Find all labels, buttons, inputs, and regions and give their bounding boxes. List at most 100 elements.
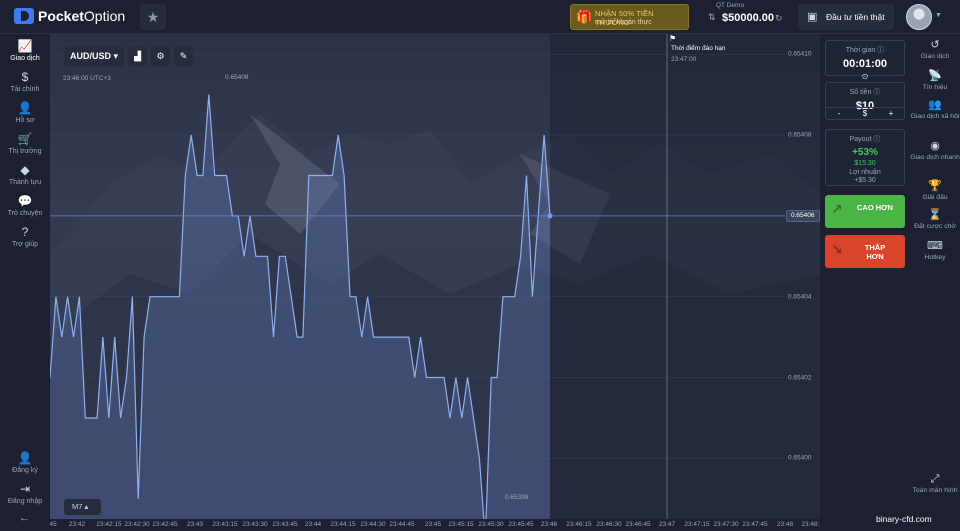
timeframe-selector[interactable]: M7 ▴ xyxy=(64,499,101,515)
time-tick-label: 23:44 xyxy=(304,521,322,528)
right-nav-history[interactable]: ↺ Giao dịch xyxy=(910,39,960,61)
favorites-star-icon[interactable]: ★ xyxy=(140,4,166,30)
time-tick-label: 23:45:45 xyxy=(508,521,534,528)
amount-label: Số tiền xyxy=(849,89,872,96)
sidebar-item-label: Hồ sơ xyxy=(15,117,35,124)
sidebar-item-label: Giao dịch xyxy=(10,55,40,62)
user-avatar[interactable] xyxy=(906,4,932,30)
right-nav-hourglass[interactable]: ⌛ Đặt cược chờ xyxy=(910,209,960,231)
expiry-time: 23:47:00 xyxy=(671,56,697,63)
pocket-option-logo[interactable]: PocketOption xyxy=(14,8,125,24)
time-tick-label: 23:46 xyxy=(540,521,558,528)
sidebar-item-label: Trò chuyện xyxy=(7,210,43,217)
right-nav-label: Toàn màn hình xyxy=(912,487,958,494)
time-tick-label: 23:42 xyxy=(68,521,86,528)
info-icon[interactable]: ⓘ xyxy=(873,89,880,96)
quick-trade-icon: ◉ xyxy=(930,140,940,152)
hourglass-icon: ⌛ xyxy=(928,209,942,221)
arrow-up-icon: ↗ xyxy=(831,201,843,217)
right-nav-keyboard[interactable]: ⌨ Hotkey xyxy=(910,240,960,262)
amount-controls: - $ + xyxy=(826,107,904,119)
time-tick-label: 23:43:45 xyxy=(272,521,298,528)
right-sidebar: ↺ Giao dịch 📡 Tín hiệu 👥 Giao dịch xã hội ◉ Gia… xyxy=(910,34,960,531)
right-nav-fullscreen[interactable]: ⤢ Toàn màn hình xyxy=(910,473,960,495)
sidebar-item-user-plus[interactable]: 👤 Đăng ký xyxy=(0,451,50,474)
indicators-icon[interactable]: ⚙ xyxy=(151,47,171,66)
drawing-tools-icon[interactable]: ✎ xyxy=(174,47,194,66)
chart-area[interactable]: AUD/USD ▾ ▟ ⚙ ✎ 23:46:00 UTC+3 ⚑ Thời đi… xyxy=(50,34,820,531)
real-trade-button[interactable]: ▣ Đầu tư tiền thật xyxy=(798,4,894,30)
account-balance[interactable]: QT Demo ⇅ $50000.00 ↻ xyxy=(708,2,788,32)
sidebar-item-user[interactable]: 👤 Hồ sơ xyxy=(0,101,50,124)
clock-icon[interactable]: ⊙ xyxy=(826,72,904,81)
arrow-down-icon: ↘ xyxy=(831,241,843,257)
time-box[interactable]: Thời gian ⓘ 00:01:00 ⊙ xyxy=(825,40,905,81)
chart-type-icon[interactable]: ▟ xyxy=(128,47,148,66)
fullscreen-icon: ⤢ xyxy=(930,473,940,485)
expiry-flag-icon: ⚑ xyxy=(669,34,677,43)
amount-increase-button[interactable]: + xyxy=(878,108,904,119)
sidebar-item-label: Thị trường xyxy=(8,148,42,155)
timeframe-label: M7 xyxy=(72,502,83,511)
current-price-dot xyxy=(547,213,553,219)
dollar-icon: $ xyxy=(21,70,29,84)
info-icon[interactable]: ⓘ xyxy=(873,136,880,143)
amount-box[interactable]: Số tiền ⓘ $10 - $ + xyxy=(825,82,905,120)
user-icon: 👤 xyxy=(17,101,33,115)
sidebar-item-help[interactable]: ? Trợ giúp xyxy=(0,225,50,248)
right-nav-label: Giao dịch xã hội xyxy=(910,113,960,120)
logo-icon xyxy=(14,8,34,24)
amount-decrease-button[interactable]: - xyxy=(826,108,852,119)
logo-text-bold: Pocket xyxy=(38,8,84,24)
time-tick-label: 23:42:45 xyxy=(152,521,178,528)
left-sidebar: 📈 Giao dịch $ Tài chính 👤 Hồ sơ 🛒 Thị trường ◆ Th… xyxy=(0,34,50,531)
info-icon[interactable]: ⓘ xyxy=(877,47,884,54)
price-chart[interactable] xyxy=(50,34,820,519)
sidebar-item-label: Trợ giúp xyxy=(11,241,39,248)
sidebar-item-diamond[interactable]: ◆ Thành tựu xyxy=(0,163,50,186)
higher-label: CAO HƠN xyxy=(857,203,893,212)
price-area-fill xyxy=(50,94,550,519)
watermark-text: binary-cfd.com xyxy=(874,514,934,524)
profit-label: Lợi nhuận xyxy=(849,169,881,176)
right-nav-trophy[interactable]: 🏆 Giải đấu xyxy=(910,180,960,202)
sidebar-item-login[interactable]: ⇥ Đăng nhập xyxy=(0,482,50,505)
refresh-balance-icon[interactable]: ↻ xyxy=(775,13,783,24)
help-icon: ? xyxy=(21,225,29,239)
right-nav-social[interactable]: 👥 Giao dịch xã hội xyxy=(910,99,960,121)
account-type-label: QT Demo xyxy=(716,2,745,9)
diamond-icon: ◆ xyxy=(20,163,30,177)
sidebar-item-dollar[interactable]: $ Tài chính xyxy=(0,70,50,93)
logo-text-rest: Option xyxy=(83,8,126,24)
sidebar-item-cart[interactable]: 🛒 Thị trường xyxy=(0,132,50,155)
right-nav-label: Giao dịch nhanh xyxy=(910,154,960,161)
time-tick-label: 23:42:15 xyxy=(96,521,122,528)
chevron-down-icon[interactable]: ▼ xyxy=(935,12,942,19)
current-time-label: 23:46:00 UTC+3 xyxy=(63,75,111,82)
higher-button[interactable]: ↗ CAO HƠN xyxy=(825,195,905,228)
right-nav-label: Giải đấu xyxy=(922,194,948,201)
right-nav-quick-trade[interactable]: ◉ Giao dịch nhanh xyxy=(910,140,960,162)
sidebar-item-chat[interactable]: 💬 Trò chuyện xyxy=(0,194,50,217)
amount-currency-button[interactable]: $ xyxy=(852,108,878,119)
price-tick-label: 0.65410 xyxy=(788,50,812,58)
asset-pair-selector[interactable]: AUD/USD ▾ xyxy=(64,47,125,66)
time-axis: 45 23:42 23:42:15 23:42:30 23:42:45 23:43 23:4… xyxy=(50,519,820,531)
promo-subtitle: mở tài khoản thực xyxy=(595,19,652,26)
right-nav-label: Tín hiệu xyxy=(922,84,948,91)
lower-button[interactable]: ↘ THẤP HƠN xyxy=(825,235,905,268)
sidebar-item-chart-line[interactable]: 📈 Giao dịch xyxy=(0,39,50,62)
real-trade-label: Đầu tư tiền thật xyxy=(826,12,885,22)
right-nav-signal[interactable]: 📡 Tín hiệu xyxy=(910,70,960,92)
time-tick-label: 23:45:15 xyxy=(448,521,474,528)
time-tick-label: 23:44:30 xyxy=(360,521,386,528)
payout-amount: $15.30 xyxy=(854,160,876,167)
chart-toolbar: AUD/USD ▾ ▟ ⚙ ✎ xyxy=(64,47,194,66)
collapse-sidebar-icon[interactable]: ← xyxy=(19,512,30,524)
time-tick-label: 23:46:15 xyxy=(566,521,592,528)
time-tick-label: 23:47:15 xyxy=(684,521,710,528)
promo-bonus-button[interactable]: 🎁 NHẬN 50% TIỀN THƯỞNG mở tài khoản thực xyxy=(570,4,689,30)
right-nav-label: Giao dịch xyxy=(920,53,950,60)
sidebar-item-label: Thành tựu xyxy=(8,179,42,186)
time-tick-label: 23:43:30 xyxy=(242,521,268,528)
